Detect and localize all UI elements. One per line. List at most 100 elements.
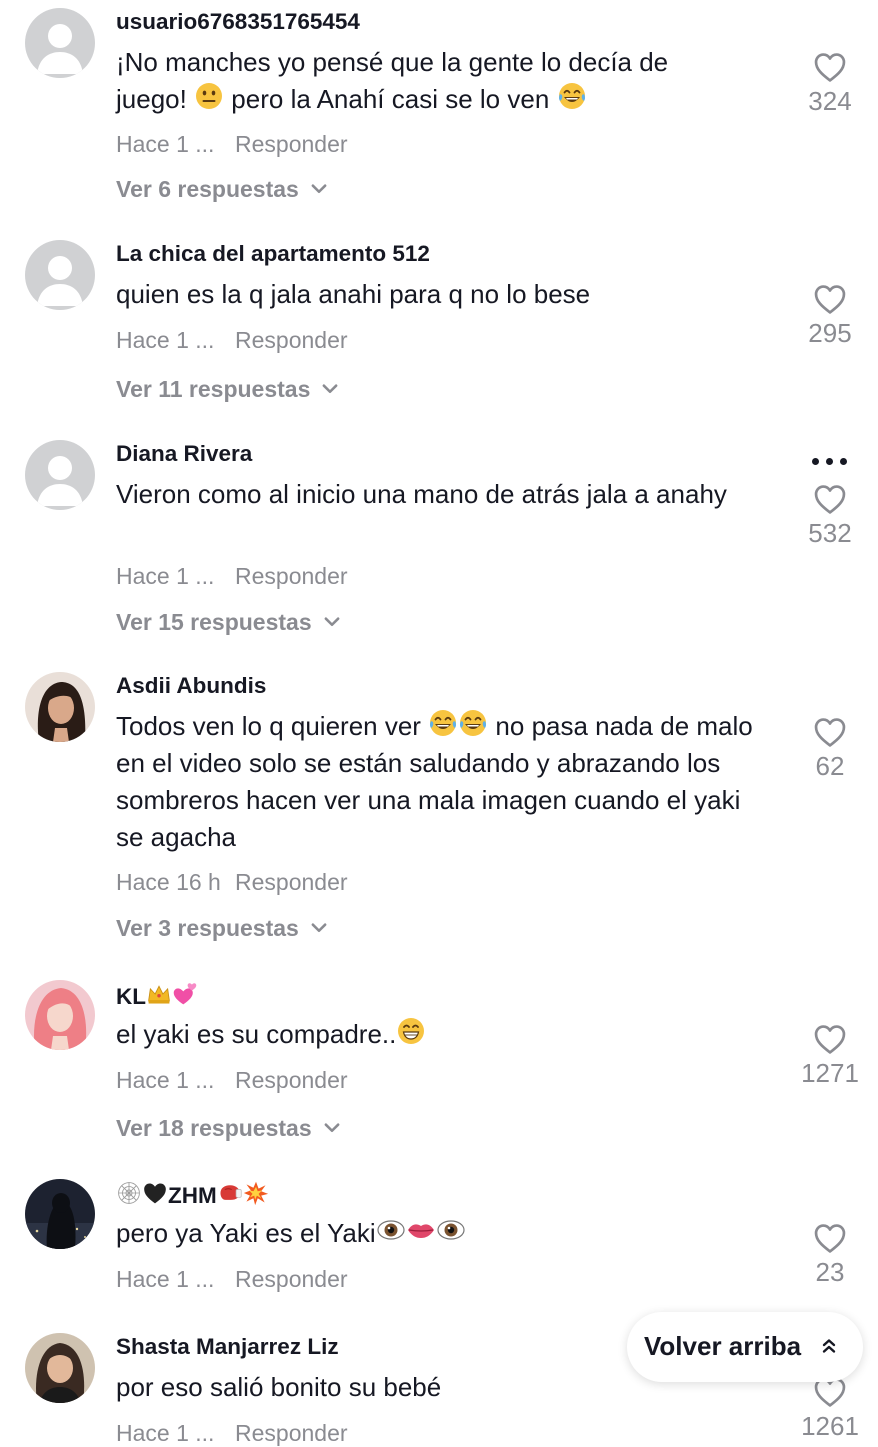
avatar[interactable] [25,440,95,510]
view-replies-button[interactable]: Ver 3 respuestas [116,915,327,942]
avatar[interactable] [25,980,95,1050]
like-count: 532 [808,518,852,548]
heart-outline-icon[interactable] [813,484,847,515]
comment-time: Hace 1 ... [116,563,215,589]
view-replies-label: Ver 15 respuestas [116,609,312,635]
comment-username[interactable]: usuario6768351765454 [116,9,360,35]
comment-username[interactable]: Diana Rivera [116,441,252,467]
comment-time: Hace 16 h [116,869,221,895]
heart-outline-icon[interactable] [813,1024,847,1055]
comment-text: ¡No manches yo pensé que la gente lo dec… [116,44,766,118]
comment-text: el yaki es su compadre.. [116,1016,766,1053]
comment-text-part: ¡No manches yo pensé que la gente lo dec… [116,47,669,77]
crown-emoji-icon [146,981,172,1007]
comment-meta: Hace 1 ... Responder [116,563,348,590]
comment-text-part: juego! [116,84,195,114]
laughing-tears-emoji-icon [557,81,587,111]
default-avatar-icon [25,440,95,510]
comment-meta: Hace 1 ... Responder [116,1420,348,1447]
default-avatar-icon [25,8,95,78]
eye-emoji-icon [436,1215,466,1245]
view-replies-label: Ver 6 respuestas [116,176,299,202]
boxing-glove-emoji-icon [217,1180,243,1206]
chevron-down-icon [324,1123,340,1133]
heart-outline-icon[interactable] [813,1223,847,1254]
laughing-tears-emoji-icon [458,708,488,738]
heart-outline-icon[interactable] [813,717,847,748]
view-replies-button[interactable]: Ver 6 respuestas [116,176,327,203]
heart-outline-icon[interactable] [813,284,847,315]
black-heart-emoji-icon [142,1180,168,1206]
comment-time: Hace 1 ... [116,1420,215,1446]
avatar[interactable] [25,240,95,310]
chevron-down-icon [324,617,340,627]
reply-button[interactable]: Responder [235,563,348,589]
avatar[interactable] [25,1179,95,1249]
default-avatar-icon [25,240,95,310]
chevron-down-icon [311,923,327,933]
eye-emoji-icon [376,1215,406,1245]
user-photo-avatar [25,1333,95,1403]
comment-username[interactable]: Asdii Abundis [116,673,266,699]
avatar[interactable] [25,8,95,78]
comment-time: Hace 1 ... [116,1266,215,1292]
comment-username[interactable]: ZHM [116,1180,269,1209]
like-group: 295 [790,284,870,349]
like-count: 23 [815,1257,845,1287]
user-photo-avatar [25,980,95,1050]
like-count: 324 [808,86,852,116]
comment-text-part: pero ya Yaki es el Yaki [116,1218,376,1248]
comment-meta: Hace 1 ... Responder [116,327,348,354]
back-to-top-label: Volver arriba [644,1331,802,1361]
back-to-top-button[interactable]: Volver arriba [627,1312,863,1382]
comment-text: quien es la q jala anahi para q no lo be… [116,279,591,309]
like-group: 23 [790,1223,870,1288]
comment-text-part: pero la Anahí casi se lo ven [224,84,557,114]
neutral-face-emoji-icon [194,81,224,111]
like-group: 532 [790,484,870,549]
user-photo-avatar [25,1179,95,1249]
lips-emoji-icon [406,1215,436,1245]
view-replies-button[interactable]: Ver 18 respuestas [116,1115,340,1142]
reply-button[interactable]: Responder [235,1067,348,1093]
grinning-emoji-icon [396,1016,426,1046]
avatar[interactable] [25,1333,95,1403]
comment-text: Todos ven lo q quieren ver no pasa nada … [116,708,756,856]
comment-username[interactable]: La chica del apartamento 512 [116,241,430,267]
comment-username[interactable]: Shasta Manjarrez Liz [116,1334,339,1360]
username-text: KL [116,984,146,1009]
reply-button[interactable]: Responder [235,131,348,157]
chevron-down-icon [322,384,338,394]
comment-meta: Hace 1 ... Responder [116,131,348,158]
spider-web-emoji-icon [116,1180,142,1206]
two-hearts-emoji-icon [172,981,198,1007]
like-group: 62 [790,717,870,782]
reply-button[interactable]: Responder [235,327,348,353]
reply-button[interactable]: Responder [235,1420,348,1446]
view-replies-button[interactable]: Ver 11 respuestas [116,376,338,403]
comment-text-part: Todos ven lo q quieren ver [116,711,429,741]
comment-username[interactable]: KL [116,981,198,1010]
view-replies-button[interactable]: Ver 15 respuestas [116,609,340,636]
like-group: 1261 [790,1377,870,1442]
comment-text: pero ya Yaki es el Yaki [116,1215,766,1252]
chevron-down-icon [311,184,327,194]
reply-button[interactable]: Responder [235,869,348,895]
comment-meta: Hace 16 h Responder [116,869,348,896]
username-text: ZHM [168,1183,217,1208]
comment-text: Vieron como al inicio una mano de atrás … [116,479,727,509]
view-replies-label: Ver 3 respuestas [116,915,299,941]
comment-meta: Hace 1 ... Responder [116,1067,348,1094]
comment-time: Hace 1 ... [116,327,215,353]
comment-time: Hace 1 ... [116,131,215,157]
avatar[interactable] [25,672,95,742]
user-photo-avatar [25,672,95,742]
like-count: 62 [815,751,845,781]
view-replies-label: Ver 18 respuestas [116,1115,312,1141]
heart-outline-icon[interactable] [813,52,847,83]
more-options-icon[interactable] [810,455,850,467]
view-replies-label: Ver 11 respuestas [116,376,311,402]
reply-button[interactable]: Responder [235,1266,348,1292]
comment-meta: Hace 1 ... Responder [116,1266,348,1293]
like-count: 1261 [801,1411,859,1441]
